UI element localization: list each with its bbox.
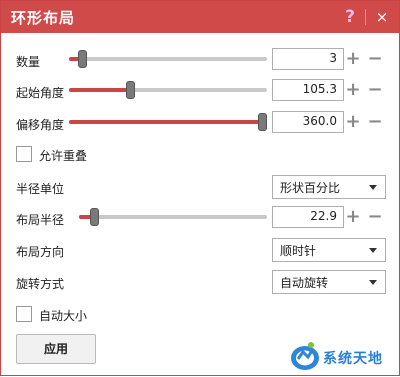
radius-unit-value: 形状百分比 [280,181,341,195]
count-minus-button[interactable]: − [367,50,383,68]
count-label: 数量 [16,55,41,69]
allow-overlap-label[interactable]: 允许重叠 [39,147,87,164]
titlebar-divider [365,9,366,25]
layout-radius-label: 布局半径 [16,213,65,227]
slider-thumb[interactable] [258,113,267,131]
count-input[interactable]: 3 [272,48,344,70]
apply-button[interactable]: 应用 [16,334,96,364]
auto-size-label[interactable]: 自动大小 [39,307,87,324]
offset-angle-plus-button[interactable]: + [345,113,361,131]
radius-unit-label: 半径单位 [16,182,65,196]
layout-radius-plus-button[interactable]: + [345,208,361,226]
start-angle-input[interactable]: 105.3 [272,79,344,101]
title-bar: 环形布局 ? × [1,1,399,33]
close-icon[interactable]: × [373,6,391,28]
slider-thumb[interactable] [90,208,99,226]
slider-thumb[interactable] [78,50,87,68]
watermark-logo-icon [291,342,319,370]
layout-radius-input[interactable]: 22.9 [272,206,344,228]
allow-overlap-checkbox[interactable] [16,146,32,162]
layout-radius-minus-button[interactable]: − [367,208,383,226]
layout-direction-select[interactable]: 顺时针 [272,238,386,262]
count-value: 3 [329,51,337,65]
watermark-text: 系统天地 [323,351,383,367]
radius-unit-select[interactable]: 形状百分比 [272,175,386,199]
offset-angle-minus-button[interactable]: − [367,113,383,131]
chevron-down-icon [369,248,377,253]
layout-radius-slider[interactable] [79,207,267,227]
rotation-mode-value: 自动旋转 [280,276,329,290]
slider-fill [69,88,131,92]
count-plus-button[interactable]: + [345,50,361,68]
help-icon[interactable]: ? [341,6,359,28]
layout-direction-label: 布局方向 [16,245,65,259]
offset-angle-slider[interactable] [69,112,267,132]
start-angle-slider[interactable] [69,80,267,100]
rotation-mode-select[interactable]: 自动旋转 [272,270,386,294]
chevron-down-icon [369,280,377,285]
circular-layout-dialog: 环形布局 ? × 数量 3 + − 起始角度 105.3 + − 偏移角度 36… [0,0,400,376]
window-title: 环形布局 [11,9,76,27]
start-angle-value: 105.3 [302,82,337,96]
slider-fill [69,120,263,124]
layout-radius-value: 22.9 [310,209,337,223]
layout-direction-value: 顺时针 [280,244,317,258]
offset-angle-label: 偏移角度 [16,118,65,132]
slider-rail [79,215,267,219]
start-angle-plus-button[interactable]: + [345,81,361,99]
start-angle-minus-button[interactable]: − [367,81,383,99]
slider-thumb[interactable] [126,81,135,99]
offset-angle-value: 360.0 [302,114,337,128]
watermark: 系统天地 [289,337,399,377]
slider-rail [69,57,267,61]
offset-angle-input[interactable]: 360.0 [272,111,344,133]
count-slider[interactable] [69,49,267,69]
chevron-down-icon [369,185,377,190]
rotation-mode-label: 旋转方式 [16,277,65,291]
start-angle-label: 起始角度 [16,86,65,100]
auto-size-checkbox[interactable] [16,306,32,322]
